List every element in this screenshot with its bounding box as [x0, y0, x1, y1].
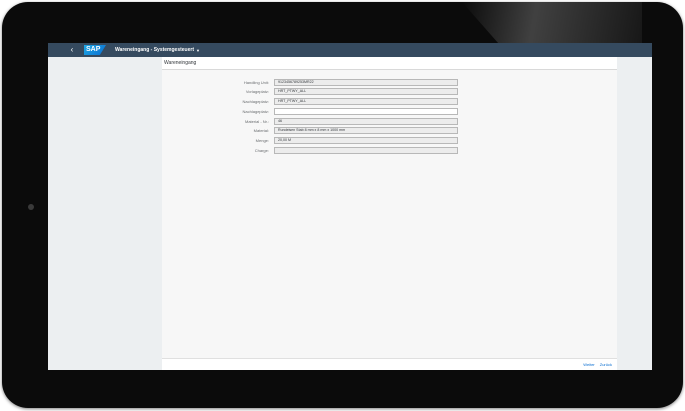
source-bin-field: HRT_PTWY_ALL [274, 88, 458, 96]
dest-bin-input[interactable] [274, 107, 458, 115]
material-field: Rundeisen Stab 8 mm x 8 mm x 1000 mm [274, 127, 458, 135]
quantity-field: 20,00 M [274, 137, 458, 144]
source-bin-label: Vorlageplatz: [245, 89, 269, 95]
content-panel: Wareneingang Handling Unit: 912345678925… [162, 57, 617, 370]
form-row-dest-bin: Nachlageplatz: HRT_PTWY_ALL [162, 98, 617, 106]
material-label: Material: [253, 128, 269, 134]
screen-glare [462, 2, 642, 47]
handling-unit-field: 9123456789253MR22 [274, 78, 458, 86]
material-number-field: 46 [274, 117, 458, 125]
form-row-quantity: Menge: 20,00 M [162, 137, 617, 145]
camera-icon [28, 204, 34, 210]
form-row-material: Material: Rundeisen Stab 8 mm x 8 mm x 1… [162, 127, 617, 135]
form-row-material-number: Material - Nr.: 46 [162, 117, 617, 125]
footer-toolbar: Weiter Zurück [162, 358, 617, 370]
sap-logo[interactable]: SAP [84, 45, 106, 55]
dest-bin-input-label: Nachlageplatz: [242, 108, 269, 114]
app-screen: ‹ SAP Wareneingang - Systemgesteuert ▼ W… [48, 43, 652, 370]
next-button[interactable]: Weiter [583, 362, 594, 367]
tablet-frame: ‹ SAP Wareneingang - Systemgesteuert ▼ W… [2, 2, 683, 408]
dest-bin-label: Nachlageplatz: [242, 99, 269, 104]
batch-field [274, 146, 458, 154]
chevron-down-icon[interactable]: ▼ [196, 48, 200, 53]
dest-bin-field: HRT_PTWY_ALL [274, 98, 458, 105]
page-title: Wareneingang [162, 57, 617, 70]
form-row-dest-bin-input: Nachlageplatz: [162, 107, 617, 115]
goods-receipt-form: Handling Unit: 9123456789253MR22 Vorlage… [162, 78, 617, 156]
form-row-handling-unit: Handling Unit: 9123456789253MR22 [162, 78, 617, 86]
app-title[interactable]: Wareneingang - Systemgesteuert [115, 43, 194, 57]
form-row-batch: Charge: [162, 146, 617, 154]
form-row-source-bin: Vorlageplatz: HRT_PTWY_ALL [162, 88, 617, 96]
back-icon[interactable]: ‹ [66, 43, 78, 57]
material-number-label: Material - Nr.: [244, 118, 269, 124]
back-button[interactable]: Zurück [600, 362, 612, 367]
quantity-label: Menge: [255, 138, 269, 143]
shell-bar: ‹ SAP Wareneingang - Systemgesteuert ▼ [48, 43, 652, 57]
batch-label: Charge: [254, 147, 269, 153]
handling-unit-label: Handling Unit: [243, 79, 269, 85]
